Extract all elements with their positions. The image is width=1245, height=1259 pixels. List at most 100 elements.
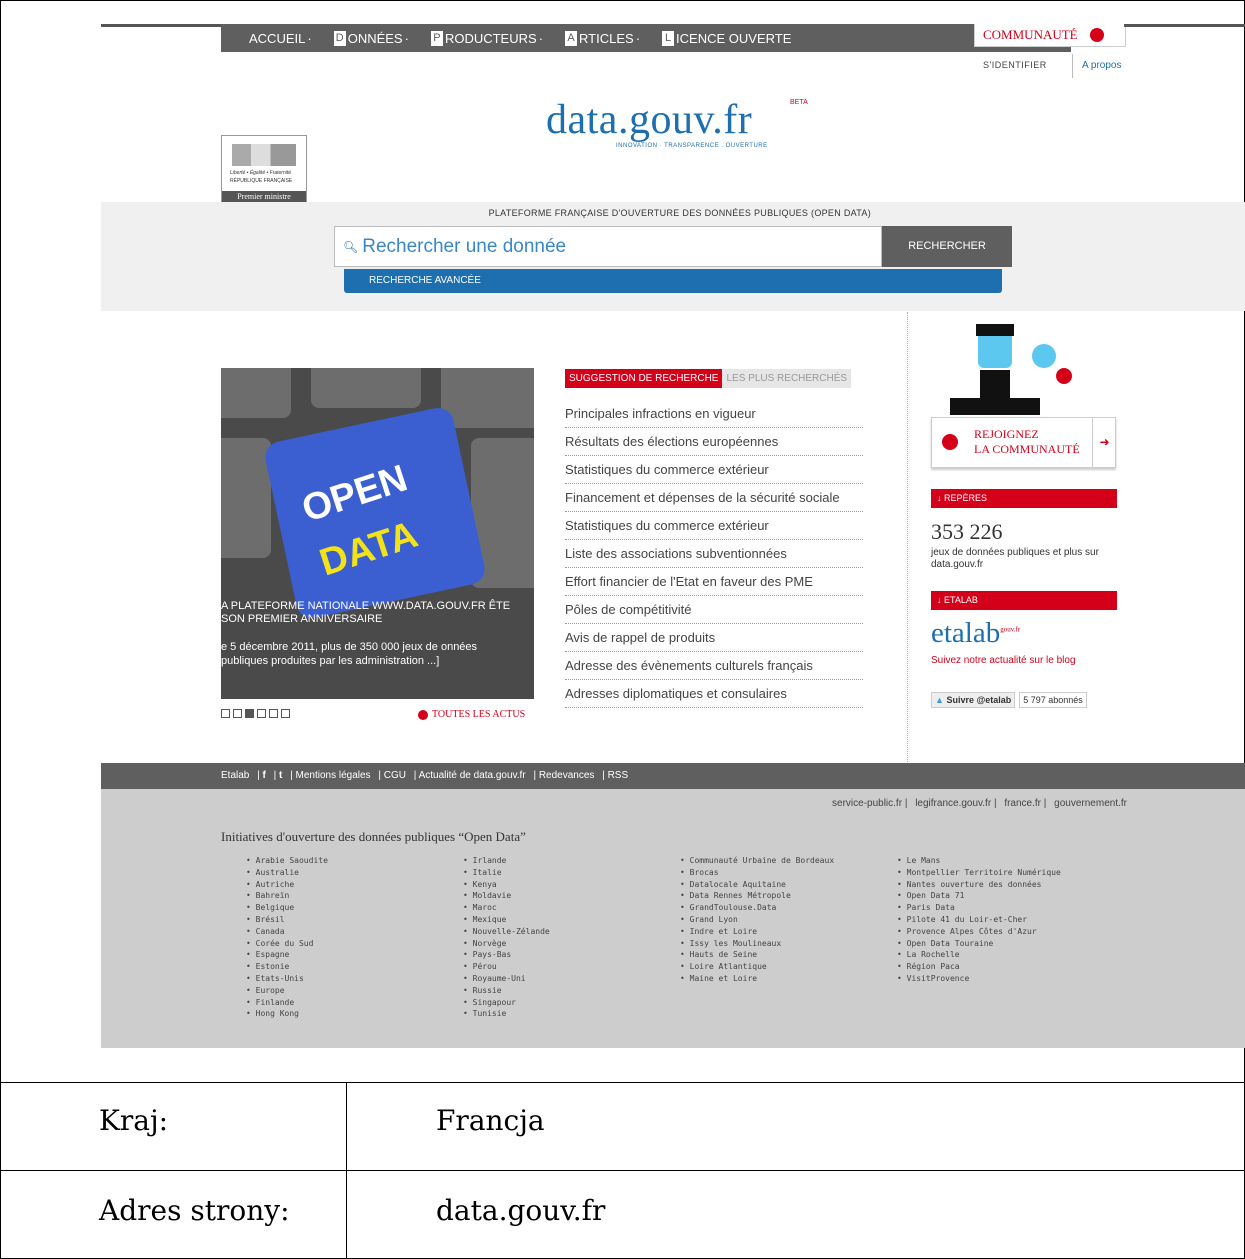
suggestion-item[interactable]: Avis de rappel de produits	[565, 624, 863, 652]
initiative-link[interactable]: Pérou	[463, 961, 550, 973]
initiative-link[interactable]: Maine et Loire	[680, 973, 834, 985]
suggestion-item[interactable]: Liste des associations subventionnées	[565, 540, 863, 568]
gov-link[interactable]: france.fr	[1004, 798, 1041, 809]
pager-dot-active[interactable]	[245, 709, 254, 718]
initiative-link[interactable]: Montpellier Territoire Numérique	[897, 867, 1061, 879]
footer-link-news[interactable]: Actualité de data.gouv.fr	[419, 770, 526, 781]
initiative-link[interactable]: Pays-Bas	[463, 949, 550, 961]
footer-link-etalab[interactable]: Etalab	[221, 770, 249, 781]
search-button[interactable]: RECHERCHER	[882, 226, 1012, 267]
initiative-link[interactable]: Corée du Sud	[246, 938, 328, 950]
initiative-link[interactable]: Data Rennes Métropole	[680, 890, 834, 902]
initiative-link[interactable]: Italie	[463, 867, 550, 879]
nav-item-accueil[interactable]: ACCUEIL ·	[249, 31, 324, 46]
initiative-link[interactable]: Belgique	[246, 902, 328, 914]
etalab-logo[interactable]: etalabgouv.fr	[931, 617, 1020, 650]
community-button[interactable]: COMMUNAUTÉ	[974, 24, 1126, 47]
tab-most-searched[interactable]: LES PLUS RECHERCHÉS	[722, 369, 852, 388]
gov-link[interactable]: service-public.fr	[832, 798, 902, 809]
all-news-link[interactable]: TOUTES LES ACTUS	[418, 709, 525, 720]
pager-dot[interactable]	[281, 709, 290, 718]
pager-dot[interactable]	[221, 709, 230, 718]
nav-item-producteurs[interactable]: P RODUCTEURS ·	[430, 30, 555, 46]
advanced-search-link[interactable]: RECHERCHE AVANCÉE	[344, 269, 1002, 293]
footer-link-mentions[interactable]: Mentions légales	[296, 770, 371, 781]
suggestion-item[interactable]: Effort financier de l'Etat en faveur des…	[565, 568, 863, 596]
initiative-link[interactable]: Russie	[463, 985, 550, 997]
initiative-link[interactable]: La Rochelle	[897, 949, 1061, 961]
site-logo[interactable]: data.gouv.fr	[546, 96, 752, 144]
initiative-link[interactable]: Provence Alpes Côtes d'Azur	[897, 926, 1061, 938]
nav-item-articles[interactable]: A RTICLES ·	[565, 30, 652, 46]
suggestion-item[interactable]: Statistiques du commerce extérieur	[565, 456, 863, 484]
initiative-link[interactable]: Moldavie	[463, 890, 550, 902]
suggestion-item[interactable]: Résultats des élections européennes	[565, 428, 863, 456]
initiative-link[interactable]: Brocas	[680, 867, 834, 879]
republique-francaise-logo[interactable]: Liberté • Égalité • Fraternité RÉPUBLIQU…	[221, 135, 307, 203]
suggestion-item[interactable]: Principales infractions en vigueur	[565, 400, 863, 428]
suggestion-item[interactable]: Financement et dépenses de la sécurité s…	[565, 484, 863, 512]
initiative-link[interactable]: Singapour	[463, 997, 550, 1009]
initiative-link[interactable]: Datalocale Aquitaine	[680, 879, 834, 891]
initiative-link[interactable]: Indre et Loire	[680, 926, 834, 938]
footer-link-redevances[interactable]: Redevances	[539, 770, 595, 781]
suggestion-item[interactable]: Adresse des évènements culturels françai…	[565, 652, 863, 680]
initiative-link[interactable]: Australie	[246, 867, 328, 879]
footer-link-cgu[interactable]: CGU	[384, 770, 406, 781]
initiative-link[interactable]: Hauts de Seine	[680, 949, 834, 961]
blog-link[interactable]: Suivez notre actualité sur le blog	[931, 655, 1076, 666]
footer-link-rss[interactable]: RSS	[608, 770, 629, 781]
initiative-link[interactable]: Le Mans	[897, 855, 1061, 867]
initiative-link[interactable]: Royaume-Uni	[463, 973, 550, 985]
initiative-link[interactable]: Europe	[246, 985, 328, 997]
join-community-button[interactable]: REJOIGNEZ LA COMMUNAUTÉ ➜	[931, 417, 1116, 468]
login-link[interactable]: S'IDENTIFIER	[983, 60, 1047, 70]
pager-dot[interactable]	[269, 709, 278, 718]
initiative-link[interactable]: Région Paca	[897, 961, 1061, 973]
initiative-link[interactable]: Maroc	[463, 902, 550, 914]
initiative-link[interactable]: Kenya	[463, 879, 550, 891]
initiative-link[interactable]: VisitProvence	[897, 973, 1061, 985]
twitter-follow-button[interactable]: ▲ Suivre @etalab	[931, 691, 1016, 708]
about-link[interactable]: A propos	[1082, 60, 1121, 71]
initiative-link[interactable]: Pilote 41 du Loir-et-Cher	[897, 914, 1061, 926]
initiative-link[interactable]: Espagne	[246, 949, 328, 961]
initiative-link[interactable]: Brésil	[246, 914, 328, 926]
gov-link[interactable]: legifrance.gouv.fr	[915, 798, 991, 809]
pager-dot[interactable]	[257, 709, 266, 718]
initiative-link[interactable]: Estonie	[246, 961, 328, 973]
nav-item-donnees[interactable]: D ONNÉES ·	[333, 30, 421, 46]
initiative-link[interactable]: Autriche	[246, 879, 328, 891]
initiative-link[interactable]: Tunisie	[463, 1008, 550, 1020]
initiative-link[interactable]: Hong Kong	[246, 1008, 328, 1020]
initiative-link[interactable]: Loire Atlantique	[680, 961, 834, 973]
initiative-link[interactable]: Nouvelle-Zélande	[463, 926, 550, 938]
initiative-link[interactable]: Open Data Touraine	[897, 938, 1061, 950]
suggestion-item[interactable]: Statistiques du commerce extérieur	[565, 512, 863, 540]
initiative-link[interactable]: Irlande	[463, 855, 550, 867]
tab-suggestions[interactable]: SUGGESTION DE RECHERCHE	[565, 369, 723, 388]
initiative-link[interactable]: Bahreïn	[246, 890, 328, 902]
initiative-link[interactable]: Issy les Moulineaux	[680, 938, 834, 950]
initiative-link[interactable]: Arabie Saoudite	[246, 855, 328, 867]
suggestion-item[interactable]: Pôles de compétitivité	[565, 596, 863, 624]
twitter-icon[interactable]: t	[279, 770, 282, 781]
suggestion-item[interactable]: Adresses diplomatiques et consulaires	[565, 680, 863, 708]
pager-dot[interactable]	[233, 709, 242, 718]
gov-link[interactable]: gouvernement.fr	[1054, 798, 1127, 809]
news-carousel[interactable]: OPEN DATA A PLATEFORME NATIONALE WWW.DAT…	[221, 368, 534, 699]
initiative-link[interactable]: GrandToulouse.Data	[680, 902, 834, 914]
initiative-link[interactable]: Etats-Unis	[246, 973, 328, 985]
initiative-link[interactable]: Norvège	[463, 938, 550, 950]
nav-item-licence[interactable]: L ICENCE OUVERTE	[662, 30, 791, 46]
facebook-icon[interactable]: f	[263, 770, 266, 781]
initiative-link[interactable]: Paris Data	[897, 902, 1061, 914]
initiative-link[interactable]: Canada	[246, 926, 328, 938]
initiative-link[interactable]: Grand Lyon	[680, 914, 834, 926]
search-input[interactable]: 🔍︎ Rechercher une donnée	[334, 226, 882, 267]
initiative-link[interactable]: Open Data 71	[897, 890, 1061, 902]
initiative-link[interactable]: Communauté Urbaine de Bordeaux	[680, 855, 835, 867]
initiative-link[interactable]: Mexique	[463, 914, 550, 926]
initiative-link[interactable]: Finlande	[246, 997, 328, 1009]
initiative-link[interactable]: Nantes ouverture des données	[897, 879, 1061, 891]
